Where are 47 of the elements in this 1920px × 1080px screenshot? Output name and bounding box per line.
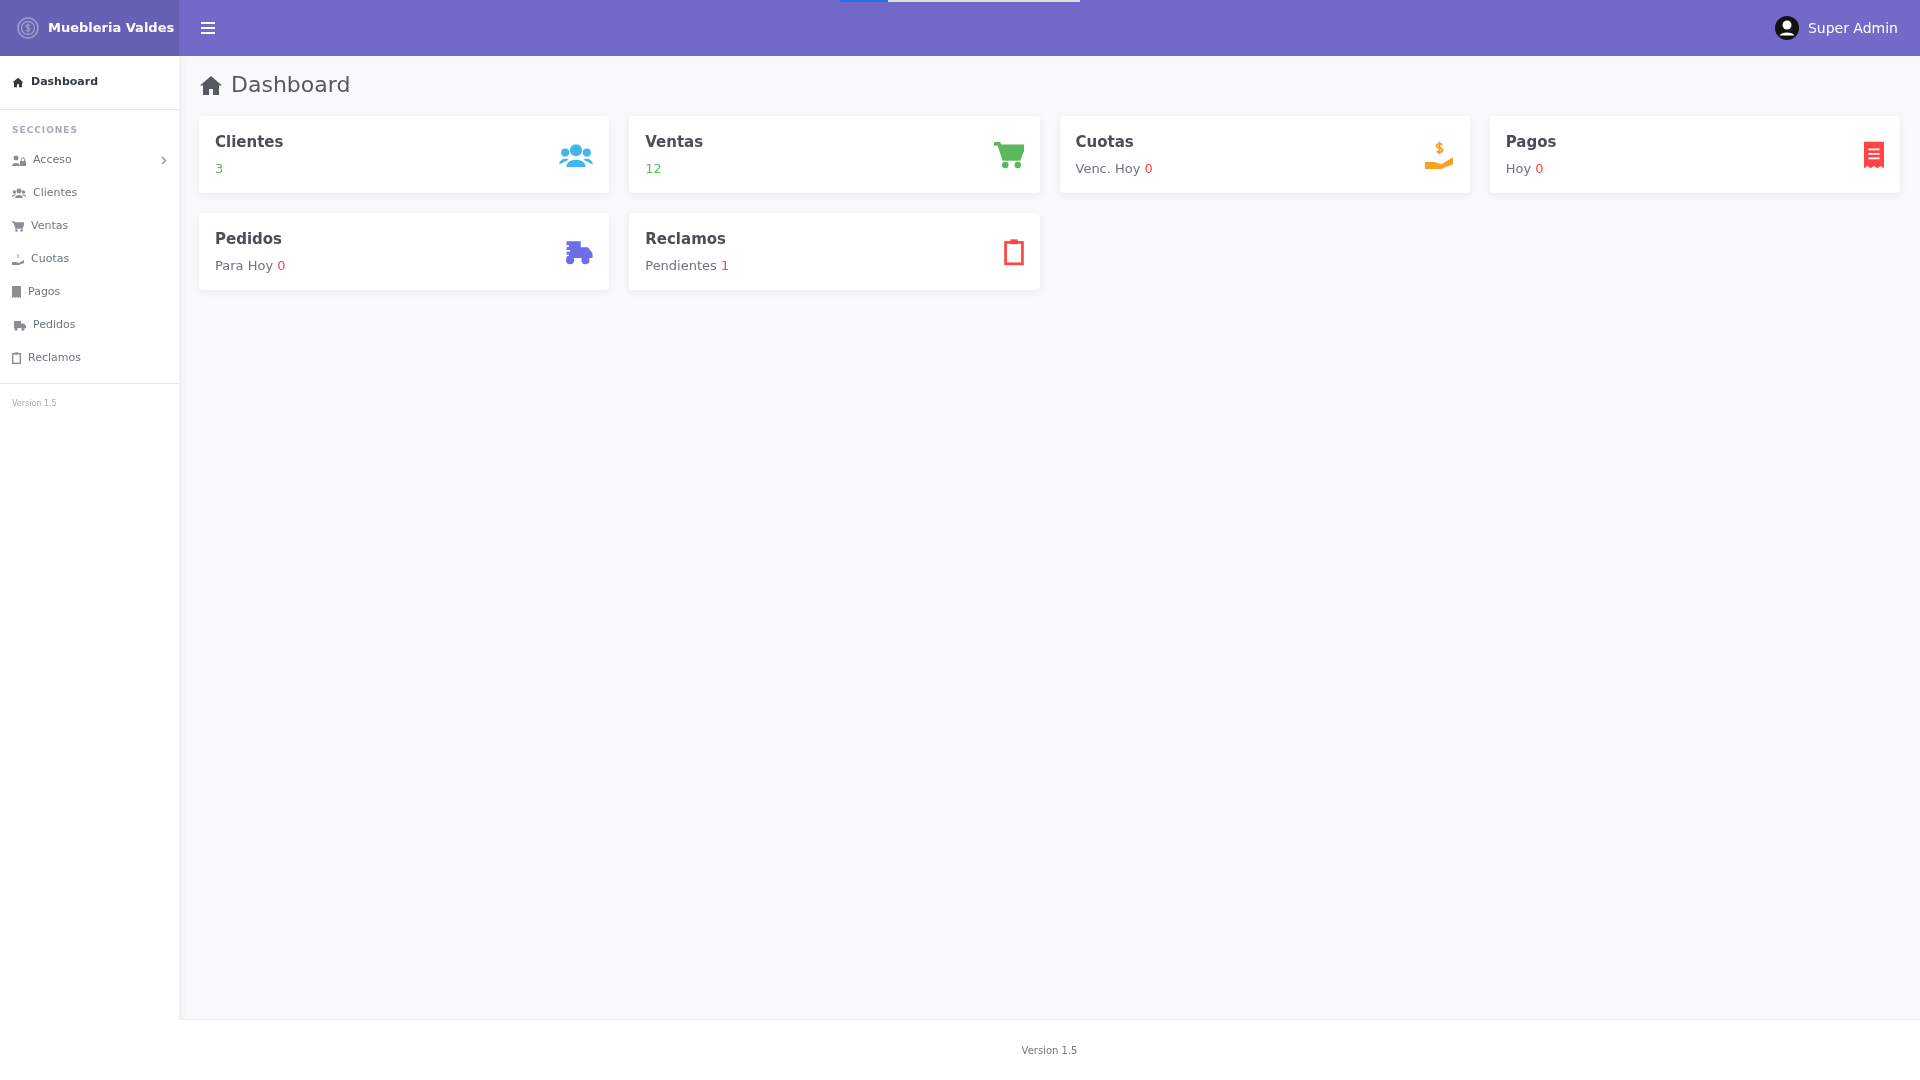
users-icon [559,142,594,167]
page-title: Dashboard [231,72,351,99]
receipt-icon [12,286,21,298]
footer-version: Version 1.5 [1021,1043,1078,1058]
sidebar-item[interactable]: Reclamos [0,341,179,375]
cart-icon [12,220,24,232]
sidebar-version: Version 1.5 [11,397,58,410]
card-title: Ventas [645,131,704,153]
users-lock-icon [12,154,26,166]
card-caption: Venc. Hoy [1075,161,1142,177]
home-icon [199,74,223,96]
brand-title[interactable]: Muebleria Valdes [48,18,175,38]
coin-icon [16,16,40,40]
sidebar-item[interactable]: Clientes [0,176,179,210]
sidebar-item[interactable]: Ventas [0,209,179,243]
user-icon[interactable] [1773,15,1800,41]
card-caption: Hoy [1505,161,1533,177]
hand-coin-icon [1423,140,1454,169]
clipboard-icon [1003,237,1024,266]
user-name[interactable]: Super Admin [1807,17,1898,39]
sidebar-item[interactable]: Dashboard [0,66,179,99]
home-icon [12,77,24,88]
card-title: Clientes [215,131,284,153]
card-title: Reclamos [645,228,727,250]
card-value: 0 [1144,161,1153,177]
truck-icon [12,319,26,331]
sidebar-item[interactable]: Cuotas [0,242,179,276]
sidebar-item[interactable]: Pagos [0,275,179,309]
clipboard-icon [12,352,21,364]
section-title: SECCIONES [11,124,79,137]
card-title: Pedidos [215,228,284,250]
cart-icon [993,140,1024,169]
card-caption: Para Hoy [215,258,275,274]
card-value: 3 [215,161,224,177]
card-value: 0 [277,258,286,274]
sidebar-item[interactable]: Acceso [0,143,179,177]
hand-coin-icon [12,253,24,265]
card-value: 1 [720,258,730,274]
sidebar-item[interactable]: Pedidos [0,308,179,342]
menu-icon [201,22,215,34]
card-caption: Pendientes [645,258,718,274]
receipt-icon [1864,139,1884,170]
users-icon [12,188,26,198]
card-value: 0 [1535,161,1544,177]
card-title: Cuotas [1075,131,1135,153]
card-value: 12 [645,161,662,177]
card-title: Pagos [1505,131,1557,153]
